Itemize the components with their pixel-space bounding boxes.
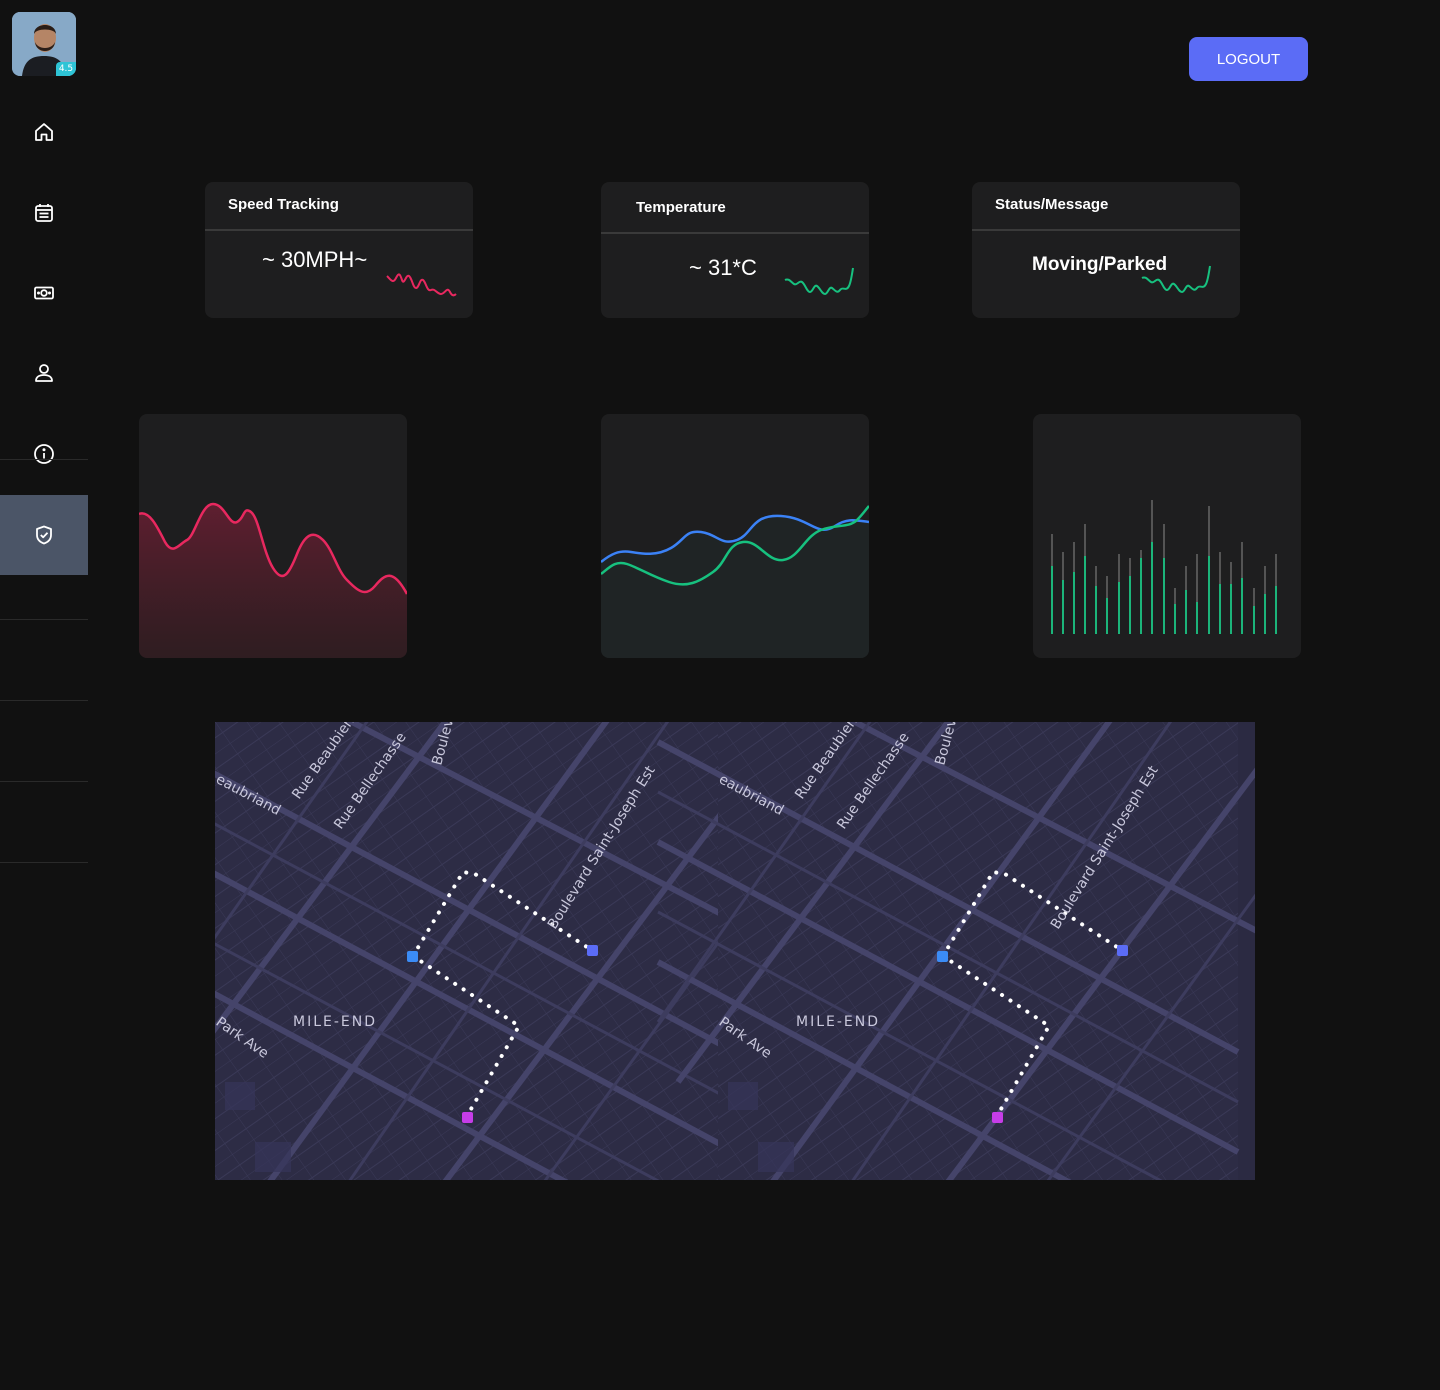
card-separator xyxy=(972,229,1240,231)
sidebar-divider xyxy=(0,700,88,701)
info-icon xyxy=(34,444,54,464)
sidebar-divider xyxy=(0,862,88,863)
temperature-value: ~ 31*C xyxy=(689,255,757,280)
map-label: MILE-END xyxy=(293,1014,377,1030)
status-bar-svg xyxy=(1051,500,1277,634)
home-icon xyxy=(35,123,53,141)
nav-money[interactable] xyxy=(0,253,88,333)
calendar-icon xyxy=(35,204,53,222)
status-sparkline xyxy=(1141,265,1211,294)
sidebar-divider xyxy=(0,619,88,620)
user-icon xyxy=(35,364,53,382)
speed-sparkline xyxy=(386,273,457,297)
nav-calendar[interactable] xyxy=(0,173,88,253)
status-bar-chart xyxy=(1033,414,1301,658)
card-separator xyxy=(205,229,473,231)
temperature-sparkline xyxy=(784,267,854,296)
nav-security[interactable] xyxy=(0,495,88,575)
sidebar-divider xyxy=(0,781,88,782)
speed-area-chart xyxy=(139,414,407,658)
nav-home[interactable] xyxy=(0,92,88,172)
speed-tracking-card: Speed Tracking ~ 30MPH~ xyxy=(205,182,473,318)
map-svg: eaubriand Rue Beaubien Rue Bellechasse B… xyxy=(215,722,1255,1180)
money-icon xyxy=(34,286,54,300)
card-title: Temperature xyxy=(636,199,726,216)
nav-user[interactable] xyxy=(0,333,88,413)
speed-area-svg xyxy=(139,502,407,658)
status-card: Status/Message Moving/Parked xyxy=(972,182,1240,318)
sidebar: 4.5 xyxy=(0,0,88,1390)
logout-button[interactable]: LOGOUT xyxy=(1189,37,1308,81)
rating-badge: 4.5 xyxy=(56,62,76,76)
card-title: Speed Tracking xyxy=(228,196,339,213)
card-title: Status/Message xyxy=(995,196,1109,213)
temperature-card: Temperature ~ 31*C xyxy=(601,182,869,318)
route-map[interactable]: eaubriand Rue Beaubien Rue Bellechasse B… xyxy=(215,722,1255,1180)
temperature-line-svg xyxy=(601,505,869,658)
avatar[interactable]: 4.5 xyxy=(12,12,76,76)
speed-value: ~ 30MPH~ xyxy=(262,247,368,272)
shield-check-icon xyxy=(36,525,52,545)
map-label: MILE-END xyxy=(796,1014,880,1030)
sidebar-divider xyxy=(0,459,88,460)
card-separator xyxy=(601,232,869,234)
nav-info[interactable] xyxy=(0,414,88,494)
temperature-line-chart xyxy=(601,414,869,658)
